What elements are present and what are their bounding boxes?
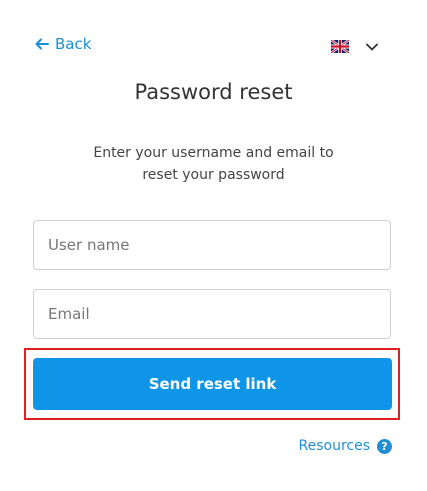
- email-input[interactable]: [33, 289, 391, 339]
- password-reset-page: Back Password reset Enter your username …: [0, 0, 427, 491]
- username-input[interactable]: [33, 220, 391, 270]
- uk-flag-icon: [331, 40, 349, 53]
- page-title: Password reset: [134, 80, 293, 104]
- arrow-left-icon: [35, 38, 49, 50]
- back-label: Back: [55, 35, 92, 53]
- instructions-text: Enter your username and email to reset y…: [93, 145, 334, 183]
- resources-link[interactable]: Resources ?: [298, 438, 392, 454]
- language-selector[interactable]: [331, 40, 378, 53]
- resources-label: Resources: [298, 438, 371, 454]
- chevron-down-icon: [366, 43, 378, 50]
- send-reset-link-button[interactable]: Send reset link: [33, 358, 392, 410]
- back-link[interactable]: Back: [35, 35, 91, 53]
- help-icon: ?: [377, 438, 392, 454]
